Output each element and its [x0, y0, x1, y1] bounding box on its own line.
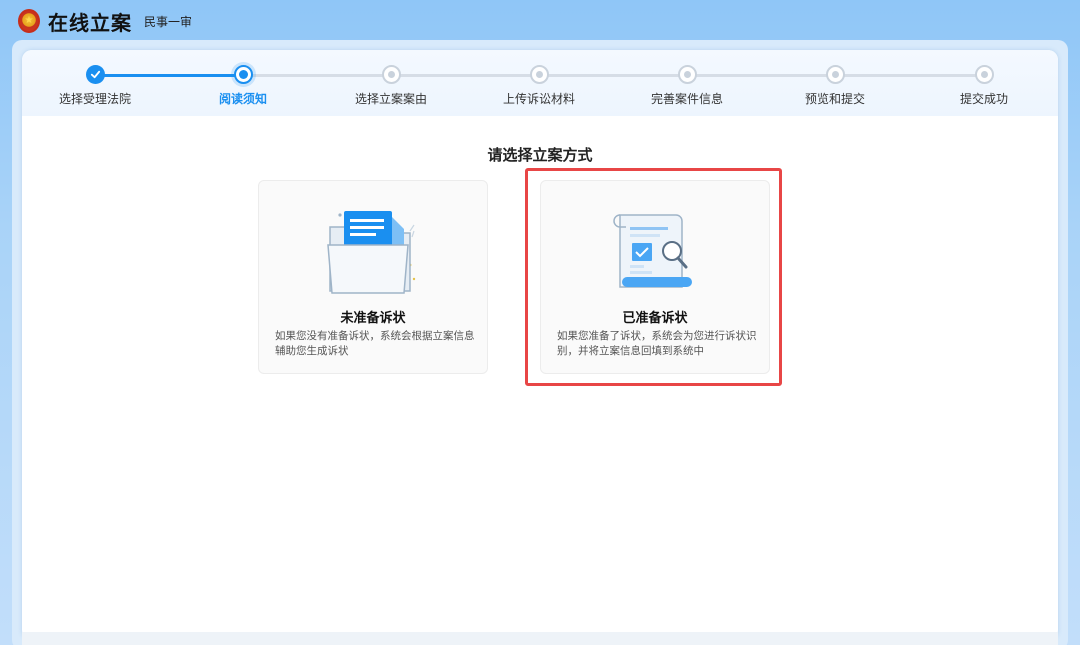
step-read-notice[interactable]: 阅读须知	[183, 65, 303, 107]
option-title: 未准备诉状	[340, 311, 406, 326]
step-label: 完善案件信息	[650, 92, 723, 106]
step-progress-bar: 选择受理法院 阅读须知 选择立案案由 上传诉讼材料 完善案件信息 预览和提交 提…	[22, 50, 1058, 116]
section-title: 请选择立案方式	[487, 146, 593, 164]
bottom-strip	[22, 632, 1058, 645]
court-emblem-icon: ★	[18, 9, 40, 33]
pending-step-icon	[825, 65, 845, 84]
step-upload-materials[interactable]: 上传诉讼材料	[479, 65, 599, 107]
pending-step-icon	[381, 65, 401, 84]
document-scan-icon	[613, 214, 692, 288]
step-label: 阅读须知	[218, 92, 267, 106]
step-label: 预览和提交	[804, 92, 865, 106]
app-title: 在线立案	[48, 10, 132, 35]
step-label: 上传诉讼材料	[502, 92, 575, 106]
option-card-has-complaint[interactable]: 已准备诉状 如果您准备了诉状，系统会为您进行诉状识别，并将立案信息回填到系统中	[540, 180, 770, 374]
step-preview-submit[interactable]: 预览和提交	[775, 65, 895, 107]
app-subtitle: 民事一审	[144, 14, 193, 29]
pending-step-icon	[974, 65, 994, 84]
step-select-cause[interactable]: 选择立案案由	[331, 65, 451, 107]
option-title: 已准备诉状	[622, 311, 688, 326]
top-bar: ★ 在线立案 民事一审	[0, 0, 1080, 42]
pending-step-icon	[677, 65, 697, 84]
step-label: 提交成功	[959, 92, 1008, 106]
step-submit-success[interactable]: 提交成功	[924, 65, 1044, 107]
folder-document-icon	[327, 211, 416, 294]
current-step-icon	[233, 65, 253, 84]
option-description: 如果您准备了诉状，系统会为您进行诉状识别，并将立案信息回填到系统中	[557, 330, 757, 357]
step-select-court[interactable]: 选择受理法院	[35, 65, 155, 107]
step-label: 选择立案案由	[354, 92, 427, 106]
main-panel: 选择受理法院 阅读须知 选择立案案由 上传诉讼材料 完善案件信息 预览和提交 提…	[22, 50, 1058, 640]
option-description: 如果您没有准备诉状，系统会根据立案信息辅助您生成诉状	[275, 330, 475, 357]
pending-step-icon	[529, 65, 549, 84]
step-label: 选择受理法院	[58, 92, 131, 106]
step-complete-info[interactable]: 完善案件信息	[627, 65, 747, 107]
check-icon	[85, 65, 105, 84]
option-card-no-complaint[interactable]: 未准备诉状 如果您没有准备诉状，系统会根据立案信息辅助您生成诉状	[258, 180, 488, 374]
